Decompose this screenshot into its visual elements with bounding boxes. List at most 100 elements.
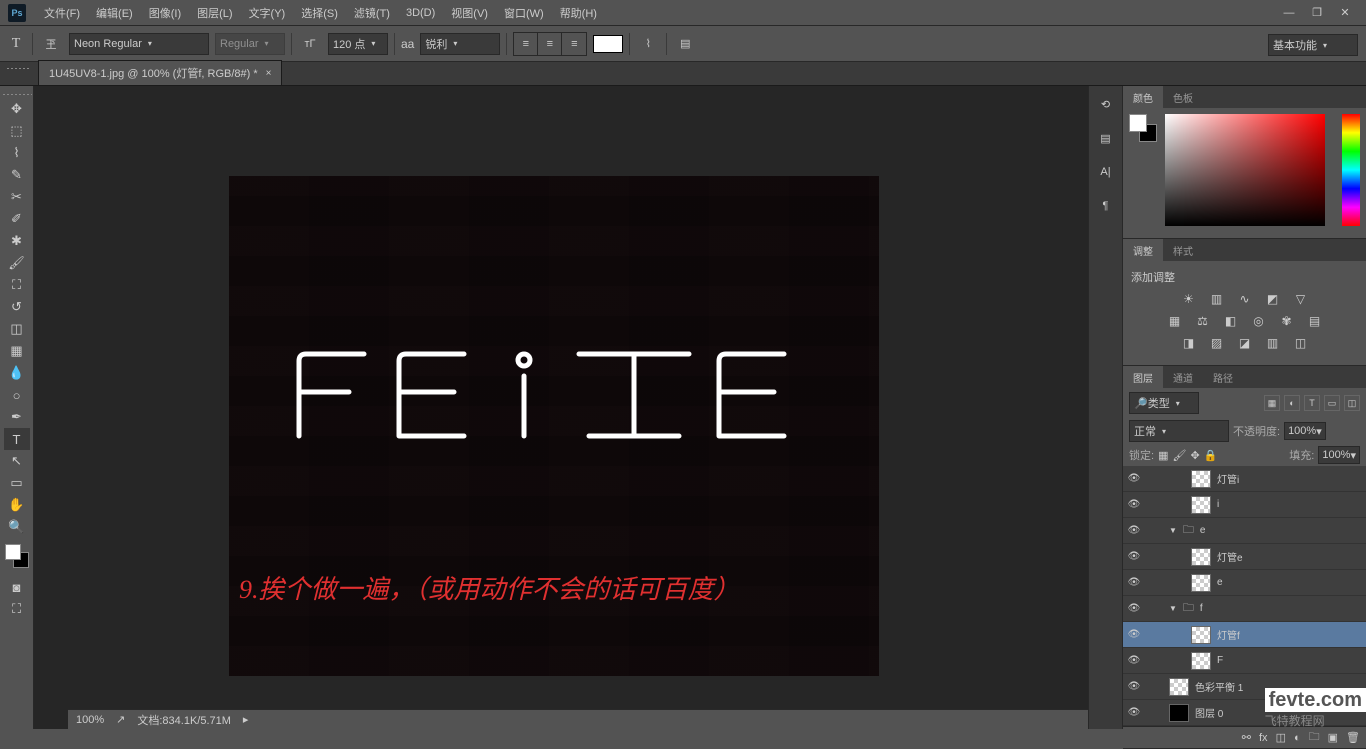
filter-shape-icon[interactable]: ▭: [1324, 395, 1340, 411]
menu-window[interactable]: 窗口(W): [496, 5, 552, 21]
fill-input[interactable]: 100%▾: [1318, 446, 1360, 464]
menu-layer[interactable]: 图层(L): [189, 5, 240, 21]
close-icon[interactable]: ✕: [1332, 4, 1358, 22]
font-family-dropdown[interactable]: Neon Regular▾: [69, 33, 209, 55]
visibility-icon[interactable]: 👁: [1127, 707, 1141, 718]
tab-layers[interactable]: 图层: [1123, 366, 1163, 388]
layer-row[interactable]: 👁i: [1123, 492, 1366, 518]
document-tab[interactable]: 1U45UV8-1.jpg @ 100% (灯管f, RGB/8#) * ×: [38, 60, 282, 85]
tab-adjustments[interactable]: 调整: [1123, 239, 1163, 261]
eraser-tool[interactable]: ◫: [4, 318, 30, 340]
path-select-tool[interactable]: ↖: [4, 450, 30, 472]
vibrance-icon[interactable]: ▽: [1292, 291, 1310, 307]
menu-filter[interactable]: 滤镜(T): [346, 5, 398, 21]
panel-fgbg-swatch[interactable]: [1129, 114, 1157, 142]
text-color-swatch[interactable]: [593, 35, 623, 53]
text-orientation-icon[interactable]: 玊: [39, 33, 63, 55]
marquee-tool[interactable]: ⬚: [4, 120, 30, 142]
layer-row[interactable]: 👁灯管e: [1123, 544, 1366, 570]
font-size-dropdown[interactable]: 120 点▾: [328, 33, 388, 55]
zoom-level[interactable]: 100%: [76, 714, 104, 726]
align-right-icon[interactable]: ≡: [562, 33, 586, 55]
filter-pixel-icon[interactable]: ▦: [1264, 395, 1280, 411]
antialias-dropdown[interactable]: 锐利▾: [420, 33, 500, 55]
photo-filter-icon[interactable]: ◎: [1250, 313, 1268, 329]
align-center-icon[interactable]: ≡: [538, 33, 562, 55]
tab-close-icon[interactable]: ×: [266, 68, 272, 79]
quick-select-tool[interactable]: ✎: [4, 164, 30, 186]
shape-tool[interactable]: ▭: [4, 472, 30, 494]
menu-edit[interactable]: 编辑(E): [88, 5, 141, 21]
menu-view[interactable]: 视图(V): [443, 5, 496, 21]
brightness-icon[interactable]: ☀: [1180, 291, 1198, 307]
visibility-icon[interactable]: 👁: [1127, 603, 1141, 614]
hand-tool[interactable]: ✋: [4, 494, 30, 516]
stamp-tool[interactable]: ⛶: [4, 274, 30, 296]
layer-list[interactable]: 👁灯管i👁i👁▼🗀e👁灯管e👁e👁▼🗀f👁灯管f👁F👁色彩平衡 1👁图层 0: [1123, 466, 1366, 726]
canvas-area[interactable]: 9.挨个做一遍，（或用动作不会的话可百度） 100% ↗ 文档:834.1K/5…: [34, 86, 1088, 729]
visibility-icon[interactable]: 👁: [1127, 473, 1141, 484]
hue-icon[interactable]: ▦: [1166, 313, 1184, 329]
menu-type[interactable]: 文字(Y): [241, 5, 294, 21]
layer-row[interactable]: 👁F: [1123, 648, 1366, 674]
gradient-map-icon[interactable]: ▥: [1264, 335, 1282, 351]
visibility-icon[interactable]: 👁: [1127, 499, 1141, 510]
channel-mixer-icon[interactable]: ✾: [1278, 313, 1296, 329]
link-layers-icon[interactable]: ⚯: [1242, 731, 1251, 744]
doc-info[interactable]: 文档:834.1K/5.71M: [137, 712, 231, 728]
lock-position-icon[interactable]: ✥: [1190, 449, 1199, 462]
crop-tool[interactable]: ✂: [4, 186, 30, 208]
layer-mask-icon[interactable]: ◫: [1276, 731, 1286, 744]
visibility-icon[interactable]: 👁: [1127, 629, 1141, 640]
visibility-icon[interactable]: 👁: [1127, 577, 1141, 588]
lookup-icon[interactable]: ▤: [1306, 313, 1324, 329]
layer-row[interactable]: 👁灯管i: [1123, 466, 1366, 492]
layer-row[interactable]: 👁▼🗀f: [1123, 596, 1366, 622]
filter-adjust-icon[interactable]: ◐: [1284, 395, 1300, 411]
minimize-icon[interactable]: —: [1276, 4, 1302, 22]
pen-tool[interactable]: ✒: [4, 406, 30, 428]
align-left-icon[interactable]: ≡: [514, 33, 538, 55]
lock-transparency-icon[interactable]: ▦: [1158, 449, 1168, 462]
history-panel-icon[interactable]: ⟲: [1096, 94, 1116, 114]
layer-row[interactable]: 👁▼🗀e: [1123, 518, 1366, 544]
quickmask-tool[interactable]: ◙: [4, 576, 30, 598]
menu-3d[interactable]: 3D(D): [398, 7, 443, 19]
tab-paths[interactable]: 路径: [1203, 366, 1243, 388]
export-icon[interactable]: ↗: [116, 713, 125, 726]
filter-smart-icon[interactable]: ◫: [1344, 395, 1360, 411]
opacity-input[interactable]: 100%▾: [1284, 422, 1326, 440]
character-panel-icon[interactable]: ▤: [673, 33, 697, 55]
tab-color[interactable]: 颜色: [1123, 86, 1163, 108]
invert-icon[interactable]: ◨: [1180, 335, 1198, 351]
bw-icon[interactable]: ◧: [1222, 313, 1240, 329]
visibility-icon[interactable]: 👁: [1127, 681, 1141, 692]
dodge-tool[interactable]: ○: [4, 384, 30, 406]
tab-channels[interactable]: 通道: [1163, 366, 1203, 388]
type-tool[interactable]: T: [4, 428, 30, 450]
brush-tool[interactable]: 🖌: [4, 252, 30, 274]
lock-paint-icon[interactable]: 🖌: [1172, 449, 1186, 462]
zoom-tool[interactable]: 🔍: [4, 516, 30, 538]
lasso-tool[interactable]: ⌇: [4, 142, 30, 164]
tab-swatches[interactable]: 色板: [1163, 86, 1203, 108]
new-group-icon[interactable]: 🗀: [1309, 728, 1320, 747]
workspace-switcher[interactable]: 基本功能▾: [1268, 34, 1358, 56]
new-adjustment-icon[interactable]: ◐: [1294, 732, 1301, 744]
maximize-icon[interactable]: ❐: [1304, 4, 1330, 22]
history-brush-tool[interactable]: ↺: [4, 296, 30, 318]
properties-panel-icon[interactable]: ▤: [1096, 128, 1116, 148]
menu-help[interactable]: 帮助(H): [552, 5, 605, 21]
layer-row[interactable]: 👁灯管f: [1123, 622, 1366, 648]
layer-filter-dropdown[interactable]: 🔎 类型▾: [1129, 392, 1199, 414]
layer-fx-icon[interactable]: fx: [1259, 732, 1268, 744]
blur-tool[interactable]: 💧: [4, 362, 30, 384]
delete-layer-icon[interactable]: 🗑: [1346, 731, 1360, 744]
visibility-icon[interactable]: 👁: [1127, 551, 1141, 562]
exposure-icon[interactable]: ◩: [1264, 291, 1282, 307]
menu-image[interactable]: 图像(I): [141, 5, 189, 21]
menu-select[interactable]: 选择(S): [293, 5, 346, 21]
balance-icon[interactable]: ⚖: [1194, 313, 1212, 329]
new-layer-icon[interactable]: ▣: [1328, 731, 1338, 744]
layer-row[interactable]: 👁e: [1123, 570, 1366, 596]
